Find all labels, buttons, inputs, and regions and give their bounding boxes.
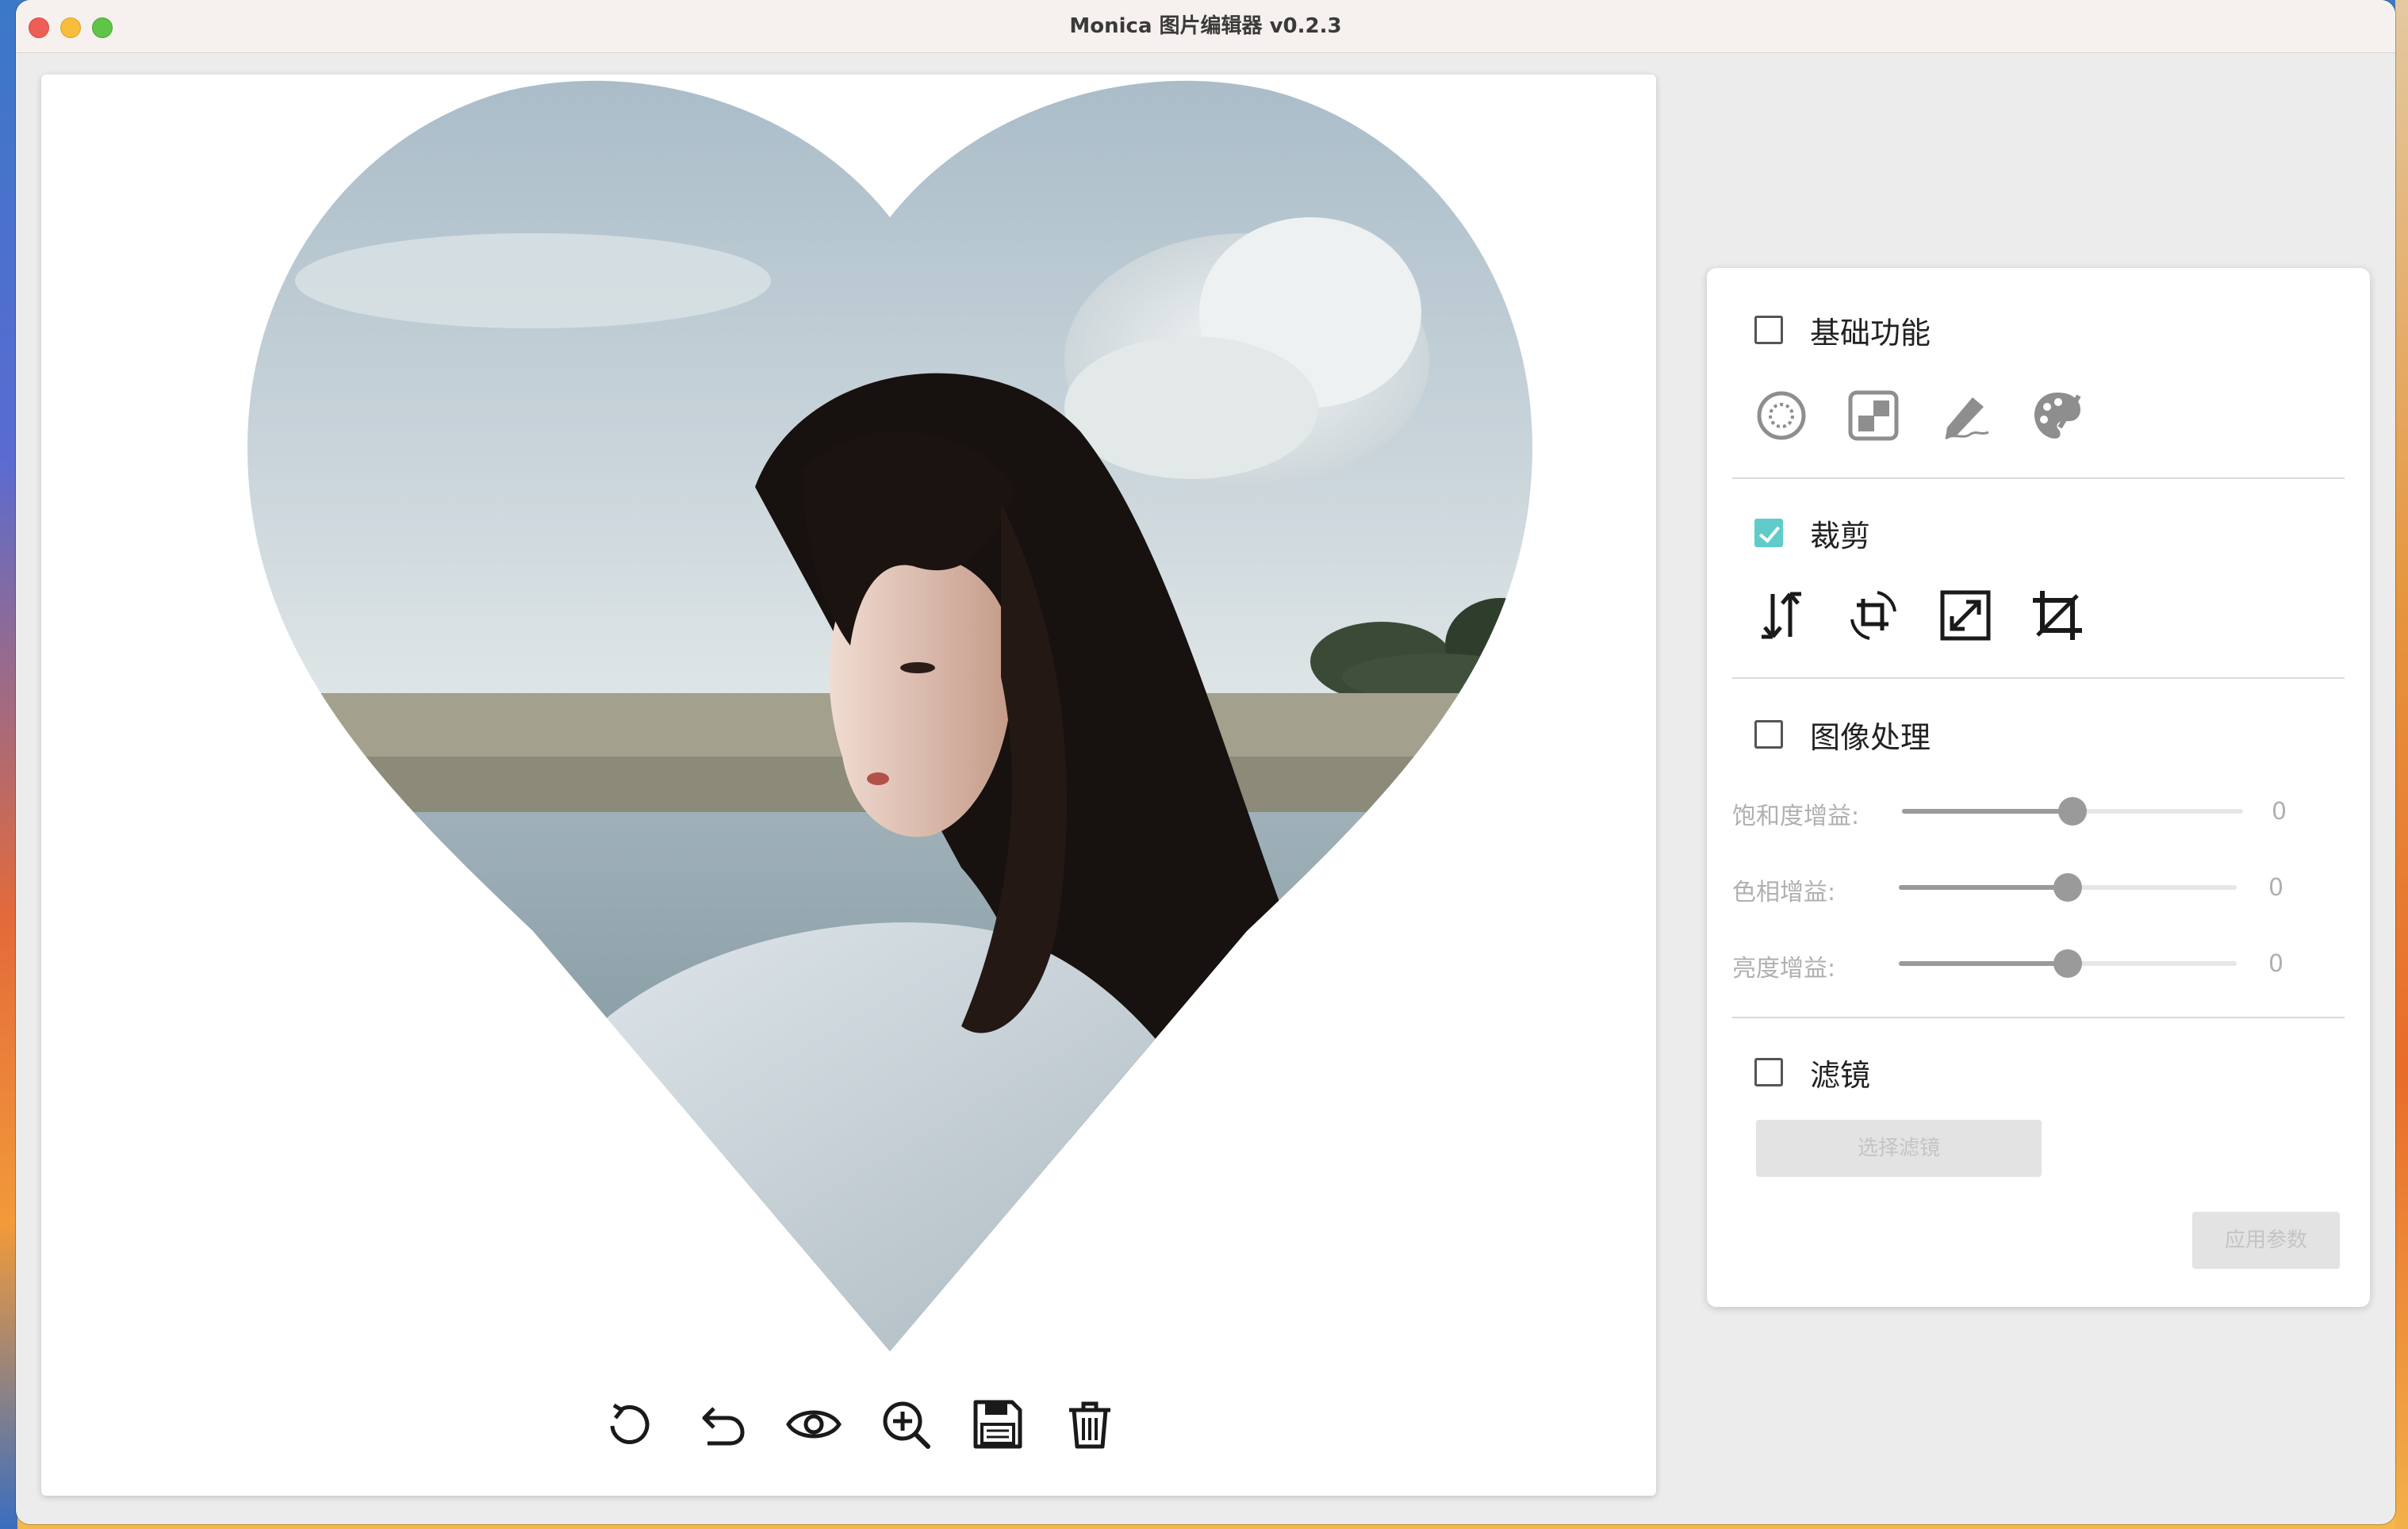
brightness-label: 亮度增益: — [1732, 955, 1836, 983]
saturation-slider-fill — [1902, 809, 2072, 814]
title-bar: Monica 图片编辑器 v0.2.3 — [16, 0, 2395, 53]
heart-cropped-image[interactable] — [200, 75, 1548, 1359]
pen-brush-icon — [1939, 389, 1992, 445]
section-crop: 裁剪 — [1754, 511, 1870, 555]
window-title: Monica 图片编辑器 v0.2.3 — [1069, 14, 1342, 38]
save-icon — [972, 1399, 1023, 1453]
delete-button[interactable] — [1056, 1393, 1123, 1459]
preview-button[interactable] — [780, 1393, 847, 1459]
hue-value: 0 — [2268, 874, 2284, 902]
basic-label: 基础功能 — [1810, 315, 1931, 351]
palette-icon — [2031, 389, 2084, 445]
brightness-slider[interactable] — [1899, 949, 2237, 978]
pen-button[interactable] — [1934, 385, 1997, 449]
divider — [1732, 677, 2345, 679]
blur-circle-icon — [1755, 389, 1808, 445]
zoom-in-icon — [880, 1399, 931, 1453]
filter-label: 滤镜 — [1810, 1057, 1871, 1093]
hue-label: 色相增益: — [1732, 879, 1836, 906]
basic-checkbox[interactable] — [1754, 316, 1783, 344]
flip-icon — [1755, 589, 1808, 645]
resize-button[interactable] — [1934, 585, 1997, 649]
palette-button[interactable] — [2026, 385, 2089, 449]
desktop-wallpaper-left — [0, 0, 17, 1529]
section-image-processing: 图像处理 — [1754, 712, 1931, 757]
select-filter-button[interactable]: 选择滤镜 — [1756, 1120, 2042, 1177]
blur-button[interactable] — [1750, 385, 1813, 449]
zoom-in-button[interactable] — [872, 1393, 939, 1459]
filter-checkbox[interactable] — [1754, 1058, 1783, 1086]
crop-icon — [2030, 588, 2085, 646]
rotate-crop-icon — [1846, 588, 1901, 646]
section-basic: 基础功能 — [1754, 308, 1931, 352]
save-button[interactable] — [964, 1393, 1031, 1459]
image-processing-label: 图像处理 — [1810, 719, 1931, 755]
resize-icon — [1939, 589, 1992, 645]
hue-slider[interactable] — [1899, 873, 2237, 902]
undo-button[interactable] — [688, 1393, 755, 1459]
image-processing-checkbox[interactable] — [1754, 720, 1783, 749]
divider — [1732, 1017, 2345, 1018]
hue-slider-row: 色相增益: 0 — [1732, 868, 2335, 907]
preview-eye-icon — [785, 1399, 842, 1453]
hue-slider-fill — [1899, 885, 2068, 890]
brightness-slider-row: 亮度增益: 0 — [1732, 944, 2335, 983]
hue-slider-thumb[interactable] — [2053, 873, 2082, 902]
crop-checkbox[interactable] — [1754, 519, 1783, 547]
rotate-button[interactable] — [596, 1393, 663, 1459]
apply-parameters-button[interactable]: 应用参数 — [2192, 1212, 2340, 1269]
saturation-slider-thumb[interactable] — [2058, 797, 2087, 826]
delete-icon — [1064, 1399, 1115, 1453]
brightness-slider-fill — [1899, 961, 2068, 966]
crop-button[interactable] — [2026, 585, 2089, 649]
saturation-label: 饱和度增益: — [1732, 803, 1860, 830]
mosaic-button[interactable] — [1842, 385, 1905, 449]
crop-label: 裁剪 — [1810, 518, 1871, 554]
desktop-wallpaper-right — [2395, 0, 2408, 1529]
rotate-crop-button[interactable] — [1842, 585, 1905, 649]
settings-panel: 基础功能 裁剪 图像处理 饱和度增益: 0 色相增益: 0 亮度增益: 0 滤镜… — [1707, 268, 2370, 1307]
canvas-toolbar — [596, 1393, 1152, 1464]
flip-button[interactable] — [1750, 585, 1813, 649]
undo-icon — [696, 1399, 747, 1453]
saturation-value: 0 — [2272, 798, 2287, 826]
saturation-slider-row: 饱和度增益: 0 — [1732, 791, 2335, 831]
divider — [1732, 477, 2345, 479]
image-canvas — [41, 75, 1656, 1496]
mosaic-icon — [1847, 389, 1900, 445]
brightness-value: 0 — [2268, 950, 2284, 978]
section-filter: 滤镜 — [1754, 1050, 1870, 1094]
saturation-slider[interactable] — [1902, 797, 2243, 826]
rotate-icon — [604, 1399, 655, 1453]
app-window: Monica 图片编辑器 v0.2.3 基础功能 裁剪 图像处理 饱和度增益: … — [16, 0, 2395, 1524]
brightness-slider-thumb[interactable] — [2053, 949, 2082, 978]
